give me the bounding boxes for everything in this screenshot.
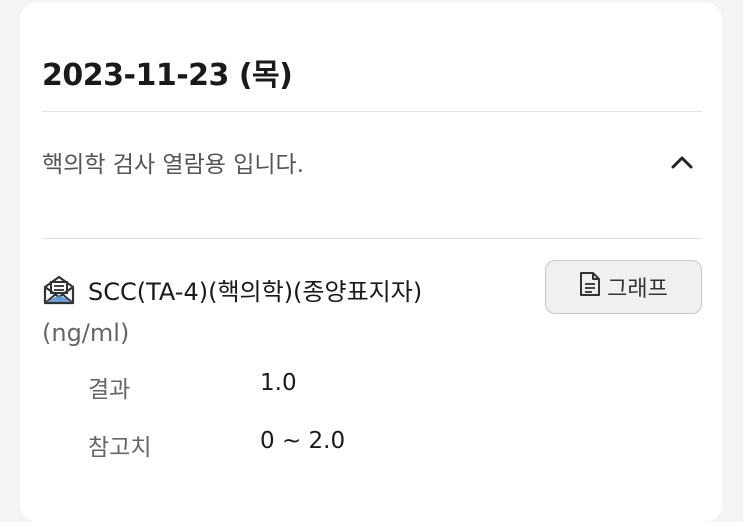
test-result-card: 2023-11-23 (목) 핵의학 검사 열람용 입니다. SCC(TA-4)…: [20, 2, 722, 522]
result-label: 결과: [88, 377, 131, 403]
reference-value: 0 ~ 2.0: [260, 428, 346, 454]
divider: [42, 111, 702, 112]
date-title: 2023-11-23 (목): [42, 58, 293, 93]
graph-button-label: 그래프: [607, 277, 668, 302]
result-value: 1.0: [260, 370, 297, 396]
graph-button[interactable]: 그래프: [545, 260, 702, 314]
test-header: SCC(TA-4)(핵의학)(종양표지자) (ng/ml): [42, 272, 522, 347]
chevron-up-icon[interactable]: [662, 142, 702, 182]
test-name: SCC(TA-4)(핵의학)(종양표지자): [88, 278, 423, 306]
test-unit: (ng/ml): [42, 319, 130, 347]
mail-open-icon: [42, 273, 76, 307]
notice-toggle[interactable]: 핵의학 검사 열람용 입니다.: [42, 142, 702, 182]
divider: [42, 238, 702, 239]
document-icon: [579, 271, 607, 303]
notice-text: 핵의학 검사 열람용 입니다.: [42, 152, 305, 178]
reference-label: 참고치: [88, 435, 152, 461]
